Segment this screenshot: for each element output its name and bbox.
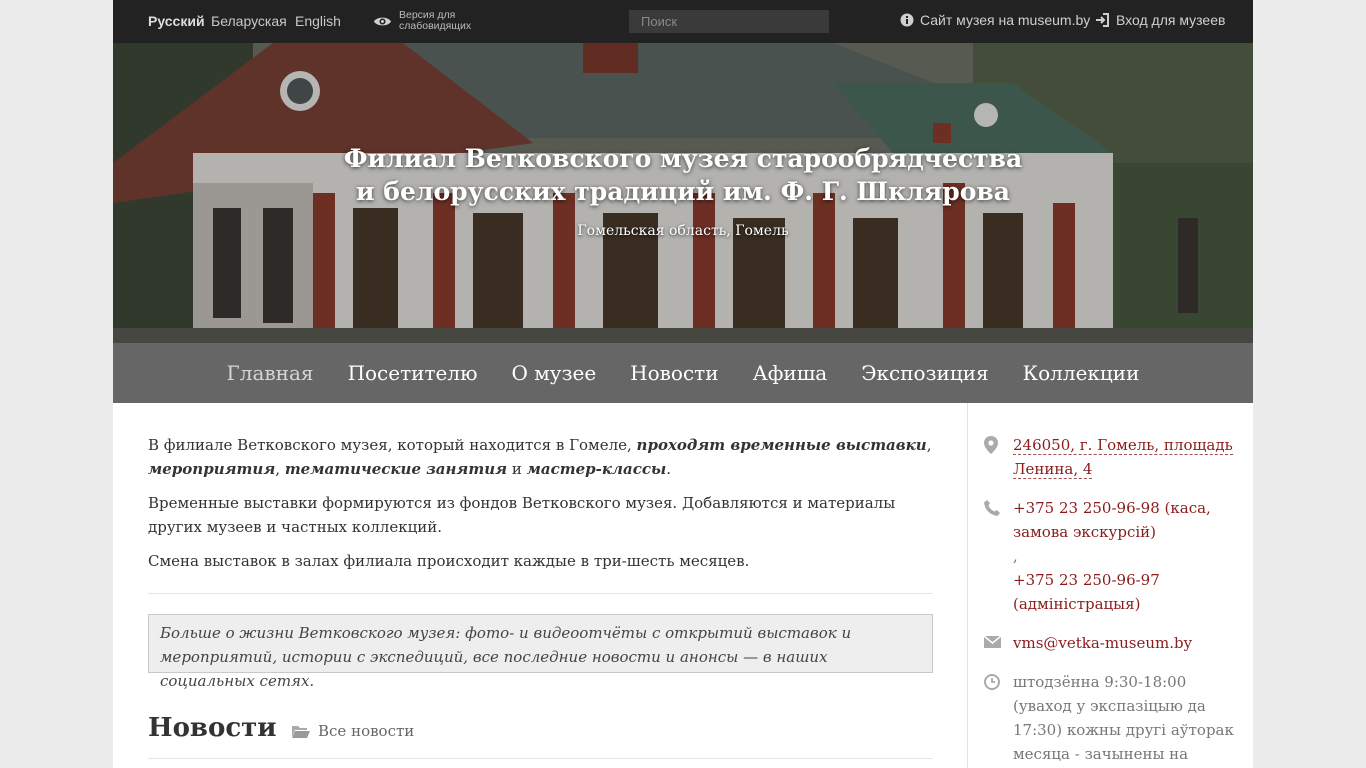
main-nav: Главная Посетителю О музее Новости Афиша… — [113, 343, 1253, 403]
phone-separator: , — [1013, 547, 1018, 565]
nav-home[interactable]: Главная — [227, 361, 314, 385]
divider — [148, 758, 933, 759]
address: 246050, г. Гомель, площадь Ленина, 4 — [1013, 433, 1248, 481]
map-marker-icon — [984, 436, 998, 454]
low-vision-label: Версия для слабовидящих — [399, 9, 472, 32]
phones: +375 23 250-96-98 (каса, замова экскурсі… — [1013, 496, 1248, 616]
top-bar: Русский Беларуская English Версия для сл… — [113, 0, 1253, 43]
nav-events[interactable]: Афиша — [753, 361, 828, 385]
folder-open-icon — [292, 725, 310, 738]
intro-text: В филиале Ветковского музея, который нах… — [148, 436, 637, 454]
nav-about[interactable]: О музее — [512, 361, 597, 385]
divider — [148, 593, 933, 594]
all-news-label: Все новости — [318, 722, 415, 740]
exhibitions-paragraph: Временные выставки формируются из фондов… — [148, 494, 896, 536]
intro-separator: , — [926, 436, 932, 454]
intro-highlight-lessons: тематические занятия — [284, 460, 508, 478]
phone-cashier[interactable]: +375 23 250-96-98 (каса, замова экскурсі… — [1013, 499, 1211, 541]
phone-icon — [984, 500, 1000, 516]
eye-icon — [373, 17, 392, 25]
intro-highlight-exhibitions: проходят временные выставки — [636, 436, 927, 454]
address-line-1[interactable]: 246050, г. Гомель, площадь — [1013, 436, 1233, 455]
nav-visitor[interactable]: Посетителю — [348, 361, 478, 385]
news-heading: Новости — [148, 713, 277, 743]
intro-separator: , — [275, 460, 285, 478]
intro-paragraph: В филиале Ветковского музея, который нах… — [148, 433, 933, 481]
intro-separator: и — [507, 460, 527, 478]
contacts-sidebar: 246050, г. Гомель, площадь Ленина, 4 +37… — [967, 403, 1253, 768]
address-line-2[interactable]: Ленина, 4 — [1013, 460, 1093, 479]
intro-highlight-workshops: мастер-классы — [526, 460, 667, 478]
login-label: Вход для музеев — [1116, 12, 1226, 28]
info-icon — [900, 13, 914, 27]
page: Русский Беларуская English Версия для сл… — [113, 0, 1253, 768]
email-link[interactable]: vms@vetka-museum.by — [1013, 634, 1192, 652]
museum-location: Гомельская область, Гомель — [577, 223, 789, 239]
hero-banner: Филиал Ветковского музея старообрядчеств… — [113, 43, 1253, 343]
schedule-paragraph: Смена выставок в залах филиала происходи… — [148, 552, 750, 570]
intro-highlight-events: мероприятия — [148, 460, 276, 478]
envelope-icon — [984, 636, 1001, 648]
lang-english[interactable]: English — [295, 13, 341, 29]
sign-in-icon — [1096, 13, 1109, 27]
phone-administration[interactable]: +375 23 250-96-97 (адміністрацыя) — [1013, 571, 1160, 613]
museum-site-link[interactable]: Сайт музея на museum.by — [900, 12, 1090, 28]
opening-hours: штодзённа 9:30-18:00 (уваход у экспазіцы… — [1013, 673, 1234, 763]
email: vms@vetka-museum.by — [1013, 631, 1248, 655]
intro-end: . — [666, 460, 672, 478]
nav-news[interactable]: Новости — [630, 361, 718, 385]
low-vision-toggle[interactable]: Версия для слабовидящих — [373, 10, 479, 32]
lang-belarusian[interactable]: Беларуская — [211, 13, 287, 29]
login-link[interactable]: Вход для музеев — [1095, 12, 1225, 28]
all-news-link[interactable]: Все новости — [291, 722, 414, 740]
museum-site-label: Сайт музея на museum.by — [920, 12, 1091, 28]
clock-icon — [984, 674, 1000, 690]
nav-collections[interactable]: Коллекции — [1023, 361, 1140, 385]
social-note: Больше о жизни Ветковского музея: фото- … — [148, 614, 933, 690]
search-input[interactable] — [629, 10, 829, 33]
lang-russian[interactable]: Русский — [148, 13, 205, 29]
nav-exposition[interactable]: Экспозиция — [861, 361, 988, 385]
museum-title: Филиал Ветковского музея старообрядчеств… — [343, 144, 1023, 206]
